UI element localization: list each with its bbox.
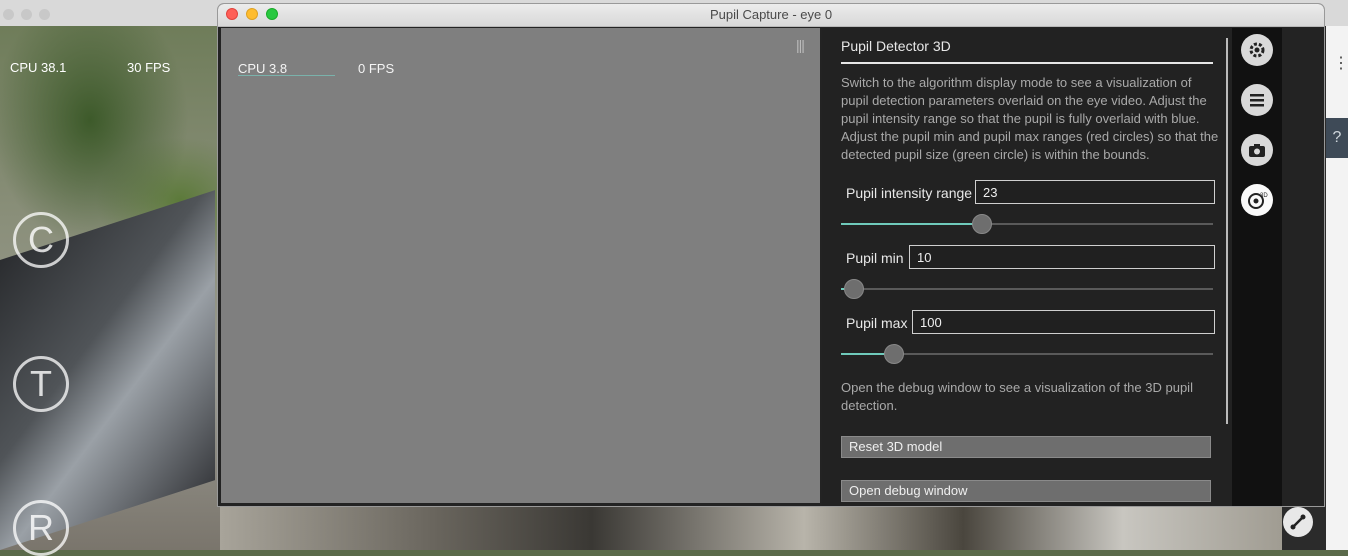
window-titlebar: Pupil Capture - eye 0: [218, 4, 1324, 27]
world-fps-graph: 30 FPS: [127, 60, 220, 76]
intensity-range-slider[interactable]: [841, 214, 1213, 234]
menu-toggle-icon[interactable]: |||: [796, 37, 805, 53]
eye-window: Pupil Capture - eye 0 CPU 3.8 0 FPS ||| …: [218, 4, 1324, 506]
browser-side-strip: [1326, 26, 1348, 550]
world-window-minimize-dot[interactable]: [21, 9, 32, 20]
eye-video-view[interactable]: CPU 3.8 0 FPS |||: [221, 28, 820, 503]
test-button[interactable]: T: [13, 356, 69, 412]
intensity-range-input[interactable]: [975, 180, 1215, 204]
record-button[interactable]: R: [13, 500, 69, 556]
eye-cpu-label: CPU 3.8: [238, 61, 288, 76]
test-button-label: T: [30, 363, 52, 404]
pupil-detector-panel: Pupil Detector 3D Switch to the algorith…: [822, 28, 1232, 506]
pupil-min-slider-knob[interactable]: [844, 279, 865, 299]
help-button[interactable]: ?: [1326, 118, 1348, 158]
debug-description: Open the debug window to see a visualiza…: [841, 380, 1193, 413]
eye-icon-column: 3D: [1232, 28, 1282, 506]
calibrate-button[interactable]: C: [13, 212, 69, 268]
reset-3d-model-button[interactable]: Reset 3D model: [841, 436, 1211, 458]
panel-title: Pupil Detector 3D: [841, 38, 951, 54]
pupil-max-label: Pupil max: [846, 315, 908, 331]
world-fps-label: 30 FPS: [127, 60, 171, 75]
badge-3d: 3D: [1260, 193, 1268, 199]
help-icon: ?: [1332, 129, 1342, 146]
world-window-zoom-dot[interactable]: [39, 9, 50, 20]
intensity-range-slider-fill: [841, 223, 983, 225]
panel-description: Switch to the algorithm display mode to …: [841, 75, 1219, 162]
browser-kebab-icon[interactable]: ⋮: [1333, 56, 1348, 72]
camera-icon[interactable]: [1241, 134, 1273, 166]
intensity-range-label: Pupil intensity range: [846, 185, 973, 201]
link-icon[interactable]: [1283, 507, 1313, 537]
world-cpu-graph: CPU 38.1: [10, 60, 106, 76]
pupil-max-slider[interactable]: [841, 344, 1213, 364]
calibrate-button-label: C: [28, 219, 54, 260]
pupil-max-slider-knob[interactable]: [883, 344, 904, 364]
world-cpu-label: CPU 38.1: [10, 60, 67, 75]
list-icon[interactable]: [1241, 84, 1273, 116]
world-window-close-dot[interactable]: [3, 9, 14, 20]
record-button-label: R: [28, 507, 54, 548]
panel-title-divider: [841, 62, 1213, 64]
world-video-desk-region: [220, 505, 1282, 550]
panel-scrollbar[interactable]: [1226, 38, 1228, 424]
pupil-min-label: Pupil min: [846, 250, 904, 266]
pupil-3d-icon[interactable]: 3D: [1241, 184, 1273, 216]
window-title: Pupil Capture - eye 0: [709, 7, 833, 22]
pupil-max-input[interactable]: [912, 310, 1215, 334]
eye-fps-label: 0 FPS: [358, 61, 395, 76]
open-debug-window-button[interactable]: Open debug window: [841, 480, 1211, 502]
intensity-range-slider-knob[interactable]: [972, 214, 993, 234]
gear-icon[interactable]: [1241, 34, 1273, 66]
eye-cpu-graph: CPU 3.8: [238, 61, 335, 76]
pupil-min-input[interactable]: [909, 245, 1215, 269]
pupil-min-slider[interactable]: [841, 279, 1213, 299]
